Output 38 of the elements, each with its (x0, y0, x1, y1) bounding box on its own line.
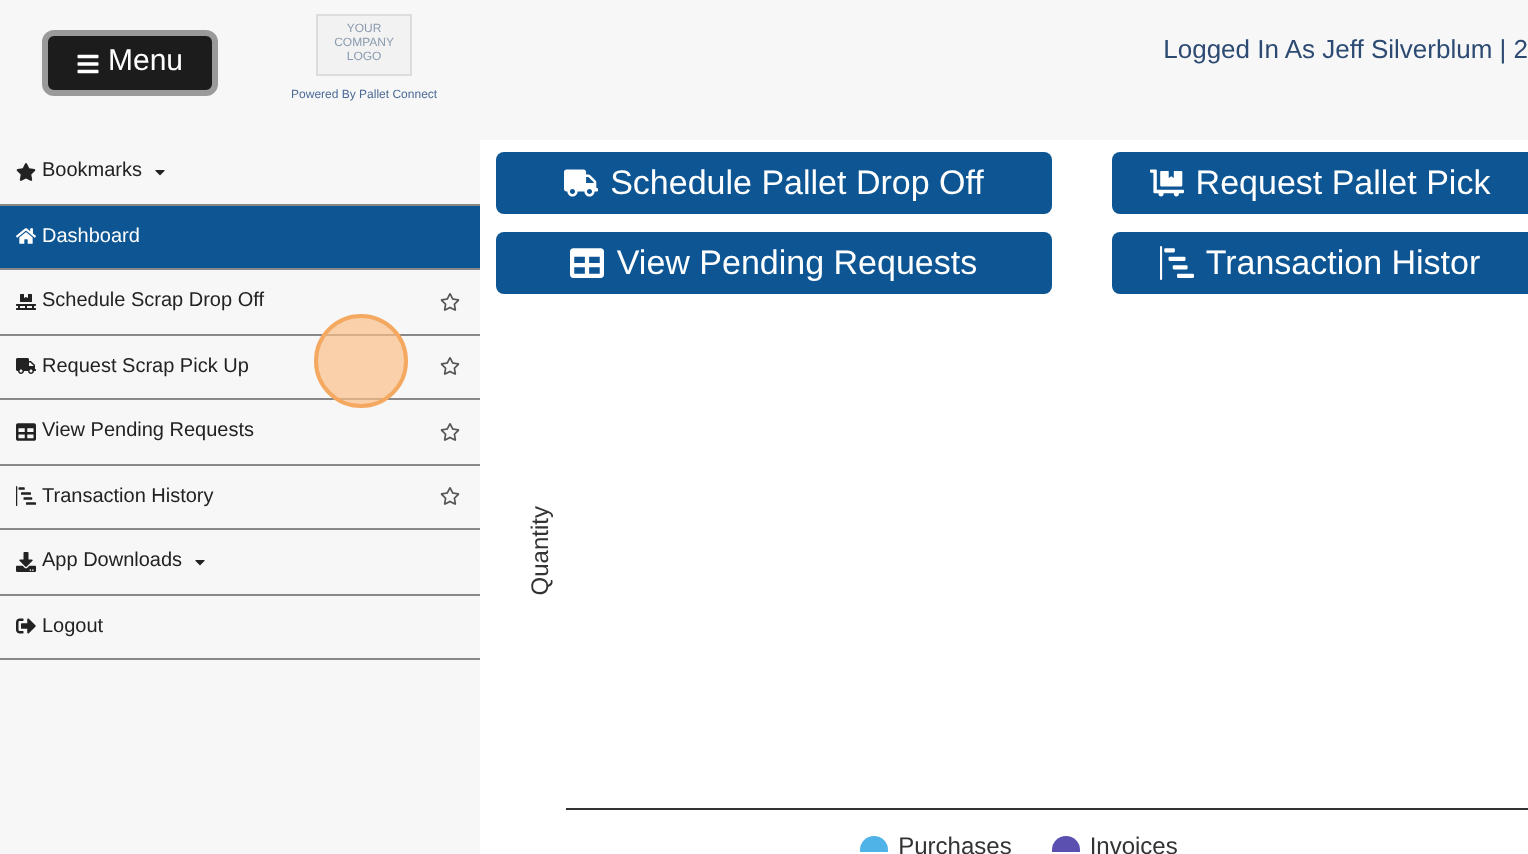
logout-icon (16, 616, 36, 637)
dolly-icon (1149, 166, 1184, 200)
bar-chart-icon (1159, 246, 1194, 280)
table-icon (16, 421, 36, 442)
bookmark-star-icon[interactable] (440, 356, 460, 377)
truck-icon (564, 166, 599, 200)
sidebar-label: Transaction History (42, 483, 214, 512)
sidebar-label: Bookmarks (42, 158, 143, 187)
menu-button[interactable]: Menu (42, 30, 218, 96)
sidebar-item[interactable]: Logout (0, 595, 480, 660)
legend-label: Invoices (1089, 834, 1178, 854)
y-axis-label: Quantity (524, 506, 556, 596)
sidebar-label: View Pending Requests (42, 418, 254, 447)
menu-icon (76, 51, 100, 75)
user-info: Logged In As Jeff Silverblum | 2 (1163, 32, 1528, 68)
action-button[interactable]: View Pending Requests (496, 232, 1052, 294)
sidebar-label: App Downloads (42, 548, 183, 577)
home-icon (16, 226, 36, 247)
bookmark-star-icon[interactable] (440, 486, 460, 507)
bar-chart-icon (16, 486, 36, 507)
pallet-icon (16, 291, 36, 312)
sidebar-label: Schedule Scrap Drop Off (42, 288, 264, 317)
star-icon (16, 161, 36, 182)
action-button[interactable]: Request Pallet Pick (1112, 152, 1528, 214)
bookmark-star-icon[interactable] (440, 291, 460, 312)
sidebar-label: Logout (42, 613, 104, 642)
action-button[interactable]: Transaction Histor (1112, 232, 1528, 294)
truck-icon (16, 356, 36, 377)
sidebar-item[interactable]: Transaction History (0, 465, 480, 530)
action-button[interactable]: Schedule Pallet Drop Off (496, 152, 1052, 214)
sidebar-item[interactable]: Dashboard (0, 205, 480, 270)
table-icon (570, 246, 605, 280)
bookmark-star-icon[interactable] (440, 421, 460, 442)
sidebar-item[interactable]: App Downloads (0, 530, 480, 595)
legend-label: Purchases (898, 834, 1012, 854)
sidebar-label: Dashboard (42, 223, 140, 252)
sidebar-label: Request Scrap Pick Up (42, 353, 249, 382)
download-icon (16, 551, 36, 572)
